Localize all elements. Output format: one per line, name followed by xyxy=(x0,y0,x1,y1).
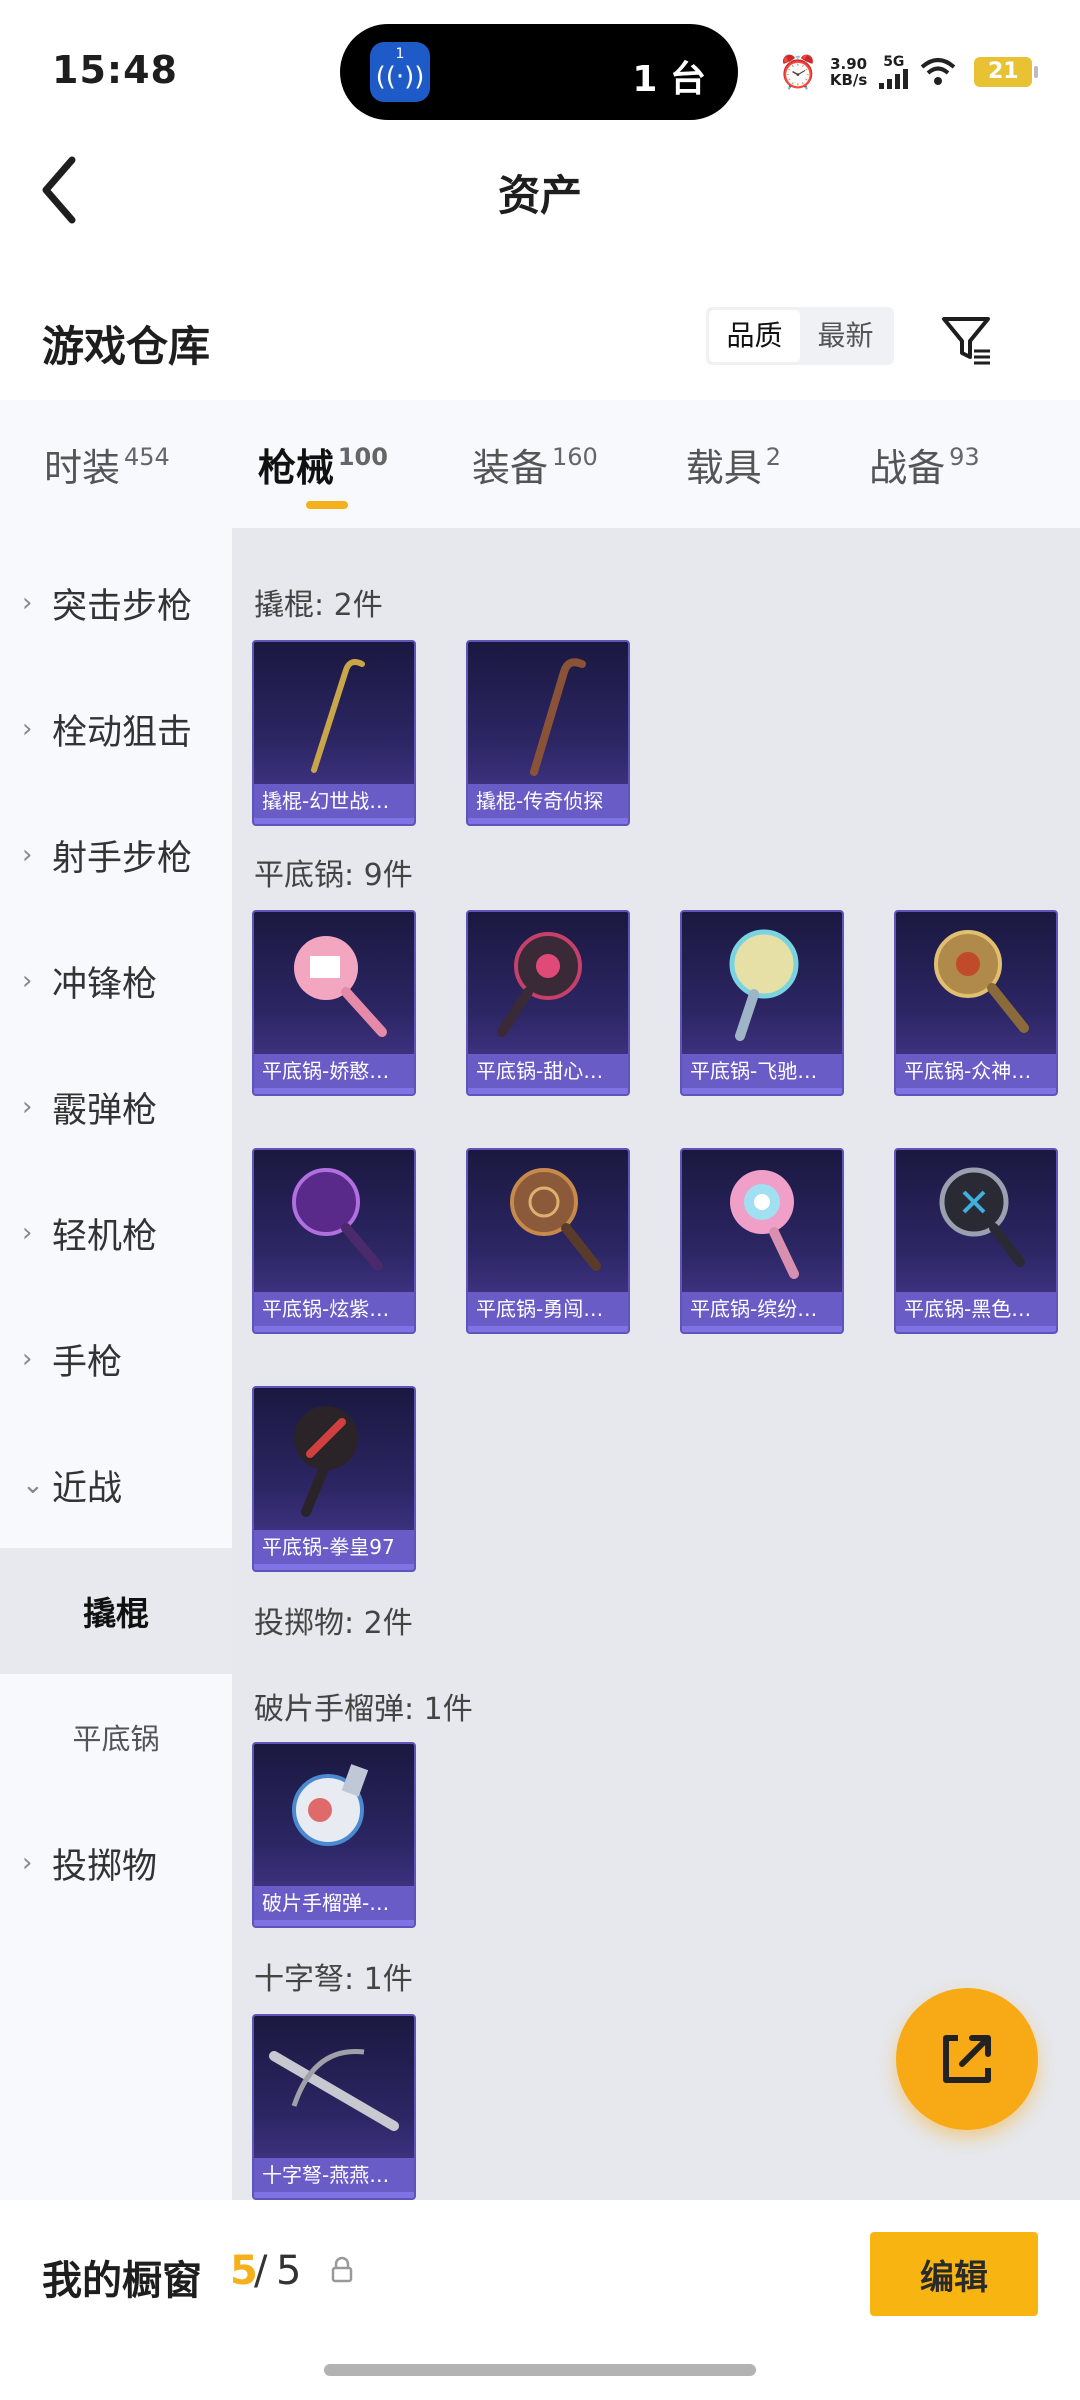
section-throwables: 投掷物: 2件 xyxy=(254,1606,413,1641)
sidebar: › 突击步枪 › 栓动狙击 › 射手步枪 › 冲锋枪 › 霰弹枪 › 轻机枪 › 手枪 ⌄ 近战… xyxy=(0,528,232,2200)
warehouse-header: 游戏仓库 品质 最新 xyxy=(0,295,1080,385)
item-card[interactable]: 撬棍-传奇侦探 xyxy=(466,640,630,826)
item-grid: 撬棍: 2件 撬棍-幻世战… 撬棍-传奇侦探 平底锅: 9件 平底锅-娇憨… 平… xyxy=(232,528,1080,2200)
showcase-label: 我的橱窗 xyxy=(42,2258,202,2304)
item-name: 平底锅-炫紫… xyxy=(254,1292,414,1326)
tab-fashion[interactable]: 时装 454 xyxy=(44,437,170,492)
tab-vehicles[interactable]: 载具 2 xyxy=(686,437,781,492)
alarm-icon: ⏰ xyxy=(778,53,818,91)
wifi-icon xyxy=(920,58,956,85)
showcase-total: 5 xyxy=(276,2248,302,2294)
item-name: 十字弩-燕燕… xyxy=(254,2158,414,2192)
sidebar-sub-pan[interactable]: 平底锅 xyxy=(0,1674,232,1800)
lock-icon xyxy=(331,2256,353,2283)
sidebar-item-bolt-sniper[interactable]: › 栓动狙击 xyxy=(0,666,232,792)
item-name: 平底锅-娇憨… xyxy=(254,1054,414,1088)
external-link-icon xyxy=(943,2035,991,2083)
pan-image xyxy=(730,1170,799,1279)
item-name: 平底锅-缤纷… xyxy=(682,1292,842,1326)
sidebar-item-throwables[interactable]: › 投掷物 xyxy=(0,1800,232,1926)
status-time: 15:48 xyxy=(52,48,178,92)
dynamic-island[interactable]: 1 ((·)) 1 台 xyxy=(340,24,738,120)
tab-guns[interactable]: 枪械 100 xyxy=(258,437,388,509)
item-name: 平底锅-黑色… xyxy=(896,1292,1056,1326)
section-crowbar: 撬棍: 2件 xyxy=(254,588,383,623)
sidebar-item-shotgun[interactable]: › 霰弹枪 xyxy=(0,1044,232,1170)
pan-image xyxy=(294,1406,358,1517)
item-name: 撬棍-幻世战… xyxy=(254,784,414,818)
tab-equipment[interactable]: 装备 160 xyxy=(472,437,598,492)
sidebar-item-dmr[interactable]: › 射手步枪 xyxy=(0,792,232,918)
category-tabs: 时装 454 枪械 100 装备 160 载具 2 战备 93 xyxy=(0,400,1080,528)
item-name: 平底锅-飞驰… xyxy=(682,1054,842,1088)
item-card[interactable]: 平底锅-拳皇97 xyxy=(252,1386,416,1572)
grenade-image xyxy=(292,1764,369,1846)
battery-icon: 21 xyxy=(974,57,1039,87)
crowbar-image xyxy=(311,659,365,773)
sort-quality-button[interactable]: 品质 xyxy=(709,310,800,362)
section-grenade: 破片手榴弹: 1件 xyxy=(254,1692,473,1727)
sidebar-sub-crowbar[interactable]: 撬棍 xyxy=(0,1548,232,1674)
pan-image xyxy=(510,1168,601,1271)
item-card[interactable]: 平底锅-飞驰… xyxy=(680,910,844,1096)
warehouse-title: 游戏仓库 xyxy=(42,322,211,371)
item-card[interactable]: 撬棍-幻世战… xyxy=(252,640,416,826)
item-card[interactable]: 平底锅-炫紫… xyxy=(252,1148,416,1334)
item-name: 平底锅-甜心… xyxy=(468,1054,628,1088)
section-pan: 平底锅: 9件 xyxy=(254,858,413,893)
top-bar: 资产 xyxy=(0,140,1080,240)
pan-image xyxy=(294,936,387,1037)
edit-button[interactable]: 编辑 xyxy=(870,2232,1038,2316)
item-card[interactable]: 平底锅-勇闯… xyxy=(466,1148,630,1334)
sidebar-item-smg[interactable]: › 冲锋枪 xyxy=(0,918,232,1044)
pan-image xyxy=(497,932,582,1037)
item-card[interactable]: 平底锅-甜心… xyxy=(466,910,630,1096)
item-card[interactable]: 平底锅-黑色… xyxy=(894,1148,1058,1334)
island-badge: 1 xyxy=(395,46,405,62)
item-card[interactable]: 平底锅-娇憨… xyxy=(252,910,416,1096)
item-card[interactable]: 破片手榴弹-… xyxy=(252,1742,416,1928)
net-speed: 3.90 KB/s xyxy=(829,55,868,89)
section-crossbow: 十字弩: 1件 xyxy=(254,1962,413,1997)
item-name: 撬棍-传奇侦探 xyxy=(468,784,628,818)
item-name: 平底锅-勇闯… xyxy=(468,1292,628,1326)
crossbow-image xyxy=(269,2048,399,2131)
sidebar-item-melee[interactable]: ⌄ 近战 xyxy=(0,1422,232,1548)
item-name: 平底锅-众神… xyxy=(896,1054,1056,1088)
sort-latest-button[interactable]: 最新 xyxy=(800,310,891,362)
pan-image xyxy=(939,1167,1025,1267)
crowbar-image xyxy=(530,658,586,776)
pan-image xyxy=(934,930,1029,1033)
share-button[interactable] xyxy=(896,1988,1038,2130)
item-card[interactable]: 平底锅-众神… xyxy=(894,910,1058,1096)
sort-toggle: 品质 最新 xyxy=(706,307,894,365)
island-count: 1 台 xyxy=(632,59,706,100)
signal-icon: 5G xyxy=(879,55,909,89)
pan-image xyxy=(729,929,799,1041)
sidebar-item-assault-rifle[interactable]: › 突击步枪 xyxy=(0,540,232,666)
broadcast-icon: 1 ((·)) xyxy=(370,42,430,102)
item-name: 平底锅-拳皇97 xyxy=(254,1530,414,1564)
status-bar: 15:48 1 ((·)) 1 台 ⏰ 3.90 KB/s 5G 21 xyxy=(0,0,1080,140)
pan-image xyxy=(292,1168,383,1271)
status-icons: ⏰ 3.90 KB/s 5G 21 xyxy=(778,52,1039,92)
showcase-slash: / xyxy=(254,2248,268,2294)
item-card[interactable]: 平底锅-缤纷… xyxy=(680,1148,844,1334)
home-indicator[interactable] xyxy=(324,2364,756,2376)
sidebar-item-lmg[interactable]: › 轻机枪 xyxy=(0,1170,232,1296)
filter-icon[interactable] xyxy=(938,311,994,367)
item-card[interactable]: 十字弩-燕燕… xyxy=(252,2014,416,2200)
tab-supplies[interactable]: 战备 93 xyxy=(869,437,980,492)
sidebar-item-pistol[interactable]: › 手枪 xyxy=(0,1296,232,1422)
page-title: 资产 xyxy=(497,171,582,220)
item-name: 破片手榴弹-… xyxy=(254,1886,414,1920)
